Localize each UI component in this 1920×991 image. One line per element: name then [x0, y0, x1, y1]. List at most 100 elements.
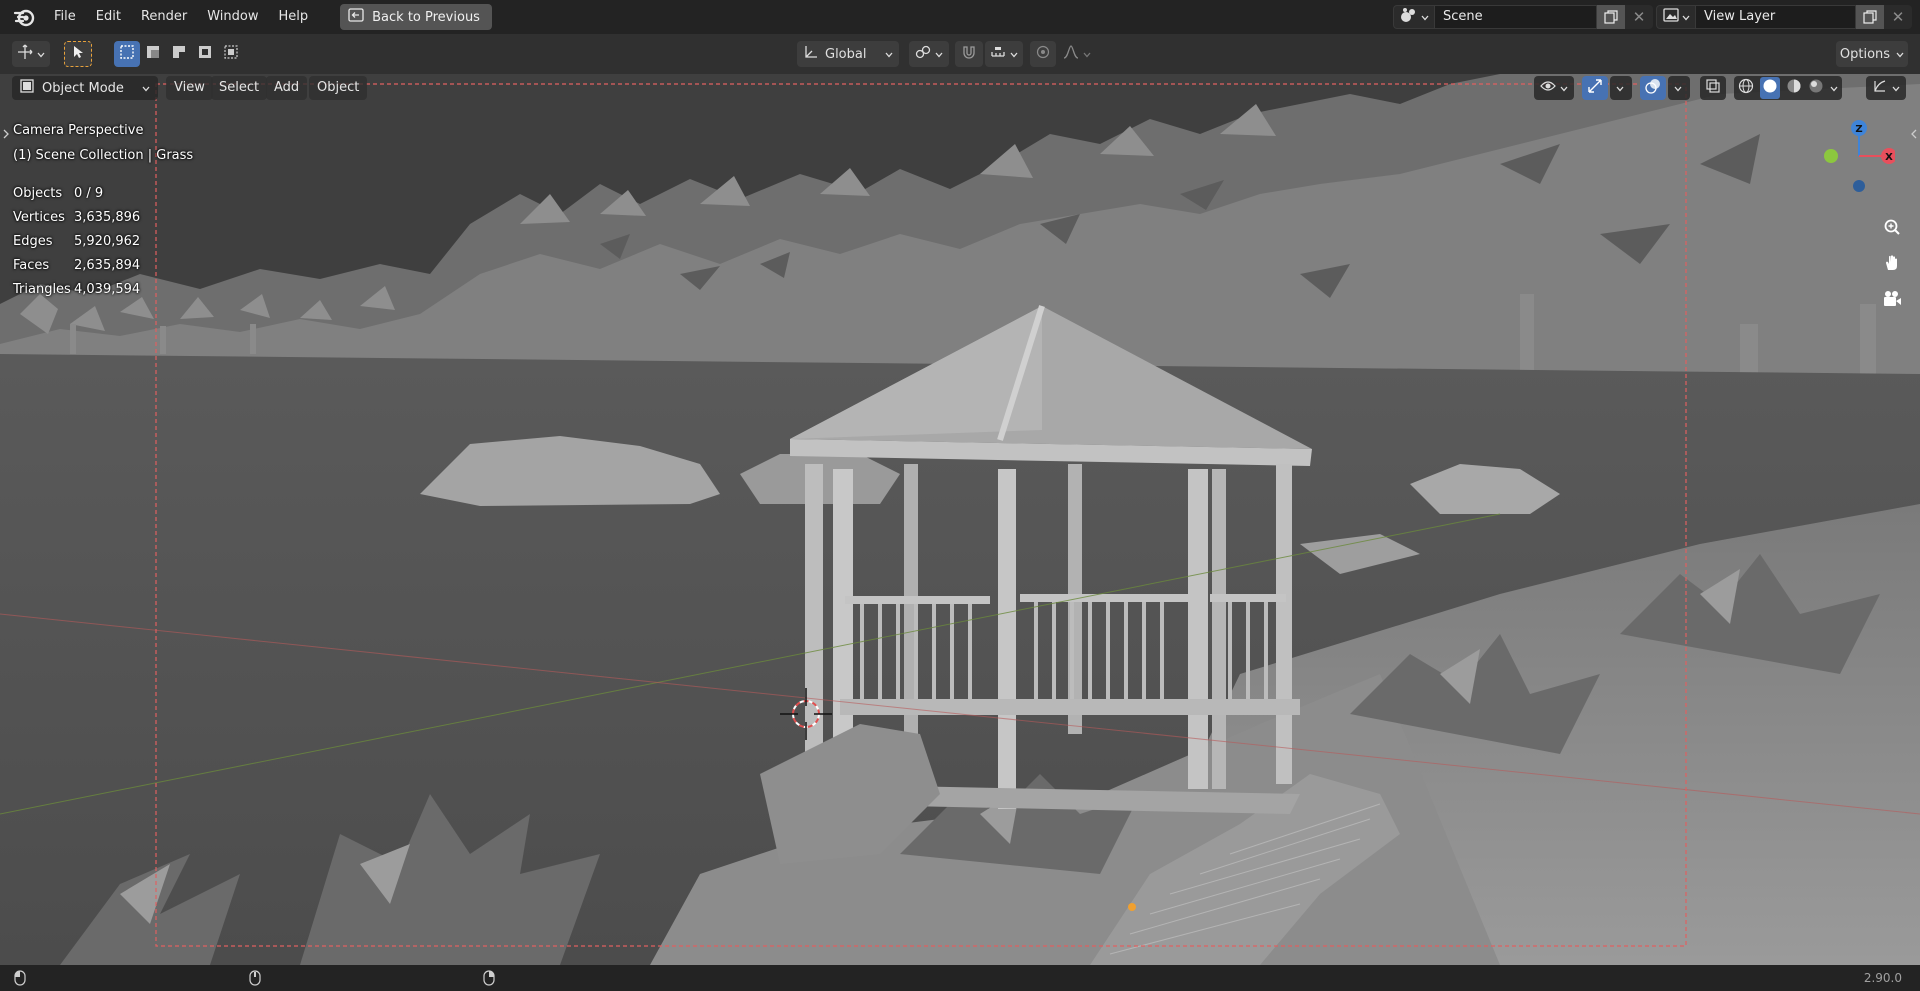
delete-view-layer-button[interactable]: ✕	[1884, 5, 1912, 29]
back-icon	[348, 8, 364, 26]
select-mode-invert-button[interactable]	[192, 41, 218, 67]
chevron-down-icon	[1010, 47, 1018, 62]
falloff-curve-icon	[1063, 44, 1079, 64]
viewport-menu-view[interactable]: View	[166, 76, 213, 100]
sidebar-expand-arrow[interactable]	[1910, 128, 1918, 143]
menu-help[interactable]: Help	[269, 4, 319, 30]
transform-pivot-button[interactable]	[12, 41, 50, 67]
transform-orientation-dropdown[interactable]: Global	[797, 41, 899, 67]
options-dropdown[interactable]: Options	[1836, 41, 1908, 67]
falloff-dropdown[interactable]	[1058, 41, 1096, 67]
scene-name-field[interactable]: Scene	[1435, 5, 1597, 29]
select-tool-button[interactable]	[64, 41, 92, 67]
view-layer-icon	[1662, 8, 1679, 26]
viewport-header: Object Mode View Select Add Object	[0, 74, 1920, 100]
xray-toggle-button[interactable]	[1700, 76, 1726, 100]
menu-edit[interactable]: Edit	[86, 4, 131, 30]
chevron-down-icon	[1616, 81, 1624, 96]
snap-target-dropdown[interactable]	[985, 41, 1023, 67]
camera-view-icon[interactable]	[1879, 286, 1905, 312]
gizmo-z-label: Z	[1855, 124, 1862, 135]
stat-label: Objects	[13, 186, 63, 201]
viewport-menu-add[interactable]: Add	[266, 76, 308, 100]
transform-icon	[17, 44, 33, 64]
stat-value: 4,039,594	[74, 282, 141, 297]
select-invert-icon	[197, 44, 213, 64]
options-label: Options	[1839, 46, 1891, 62]
chevron-down-icon	[1560, 81, 1568, 96]
stat-label: Triangles	[13, 282, 71, 297]
visibility-dropdown[interactable]	[1534, 76, 1574, 100]
stat-label: Vertices	[13, 210, 65, 225]
gizmo-dropdown[interactable]	[1610, 76, 1632, 100]
overlays-dropdown[interactable]	[1668, 76, 1690, 100]
menu-window[interactable]: Window	[197, 4, 268, 30]
snap-increment-icon	[990, 44, 1006, 64]
chevron-down-icon	[1682, 10, 1690, 25]
back-to-previous-button[interactable]: Back to Previous	[340, 4, 492, 30]
blender-logo-icon[interactable]	[12, 5, 36, 29]
menu-render[interactable]: Render	[131, 4, 197, 30]
chevron-down-icon	[37, 47, 45, 62]
overlays-icon	[1645, 78, 1661, 98]
snap-toggle-button[interactable]	[955, 41, 983, 67]
chevron-down-icon	[1083, 47, 1091, 62]
select-mode-subtract-button[interactable]	[166, 41, 192, 67]
toolbar-expand-arrow[interactable]	[2, 128, 10, 143]
viewport-menu-select[interactable]: Select	[211, 76, 268, 100]
pan-hand-icon[interactable]	[1879, 250, 1905, 276]
stat-row: Vertices 3,635,896	[13, 206, 193, 230]
rendered-shading-icon[interactable]	[1808, 78, 1824, 98]
mouse-left-icon	[14, 970, 26, 989]
close-icon: ✕	[1632, 8, 1646, 26]
stat-value: 5,920,962	[74, 234, 141, 249]
gizmo-y-axis	[1824, 149, 1838, 163]
overlays-toggle-button[interactable]	[1640, 76, 1666, 100]
scene-browse-button[interactable]	[1393, 5, 1435, 29]
select-new-icon	[119, 44, 135, 64]
stat-value: 3,635,896	[74, 210, 141, 225]
scene-selector: Scene ✕	[1393, 5, 1653, 29]
viewport-menu-object[interactable]: Object	[309, 76, 368, 100]
gizmo-arrows-icon	[1587, 78, 1603, 98]
magnet-icon	[961, 44, 977, 64]
stat-label: Edges	[13, 234, 53, 249]
proportional-edit-icon	[1035, 44, 1051, 64]
select-intersect-icon	[223, 44, 239, 64]
chevron-down-icon[interactable]	[1830, 81, 1838, 96]
new-scene-button[interactable]	[1597, 5, 1625, 29]
mouse-right-icon	[483, 970, 495, 989]
select-mode-new-button[interactable]	[114, 41, 140, 67]
select-mode-intersect-button[interactable]	[218, 41, 244, 67]
chevron-down-icon	[1674, 81, 1682, 96]
solid-shading-icon[interactable]	[1760, 77, 1780, 99]
3d-viewport[interactable]: Object Mode View Select Add Object Camer…	[0, 74, 1920, 965]
wireframe-shading-icon[interactable]	[1738, 78, 1754, 98]
new-view-layer-button[interactable]	[1856, 5, 1884, 29]
pivot-point-dropdown[interactable]	[909, 41, 949, 67]
close-icon: ✕	[1891, 8, 1905, 26]
scene-icon	[1400, 7, 1418, 27]
select-mode-extend-button[interactable]	[140, 41, 166, 67]
gizmo-toggle-button[interactable]	[1582, 76, 1608, 100]
navigation-gizmo[interactable]: Z X	[1815, 114, 1897, 198]
stat-label: Faces	[13, 258, 50, 273]
view-layer-browse-button[interactable]	[1656, 5, 1696, 29]
cursor-arrow-icon	[72, 45, 84, 63]
gizmo-neg-z-axis	[1853, 180, 1865, 192]
mode-dropdown[interactable]: Object Mode	[12, 76, 158, 100]
stat-value: 0 / 9	[74, 186, 104, 201]
tool-header: Global Options	[0, 34, 1920, 74]
delete-scene-button[interactable]: ✕	[1625, 5, 1653, 29]
duplicate-icon	[1604, 10, 1618, 24]
editor-type-dropdown[interactable]	[1866, 76, 1906, 100]
orientation-axes-icon	[803, 44, 819, 64]
scene-statistics: Objects 0 / 9 Vertices 3,635,896 Edges 5,92…	[13, 182, 193, 302]
view-layer-name-field[interactable]: View Layer	[1696, 5, 1856, 29]
menu-file[interactable]: File	[44, 4, 86, 30]
material-shading-icon[interactable]	[1786, 78, 1802, 98]
viewport-overlay-info: Camera Perspective (1) Scene Collection …	[13, 118, 193, 302]
chevron-down-icon	[885, 47, 893, 62]
proportional-edit-button[interactable]	[1030, 41, 1056, 67]
zoom-icon[interactable]	[1879, 214, 1905, 240]
